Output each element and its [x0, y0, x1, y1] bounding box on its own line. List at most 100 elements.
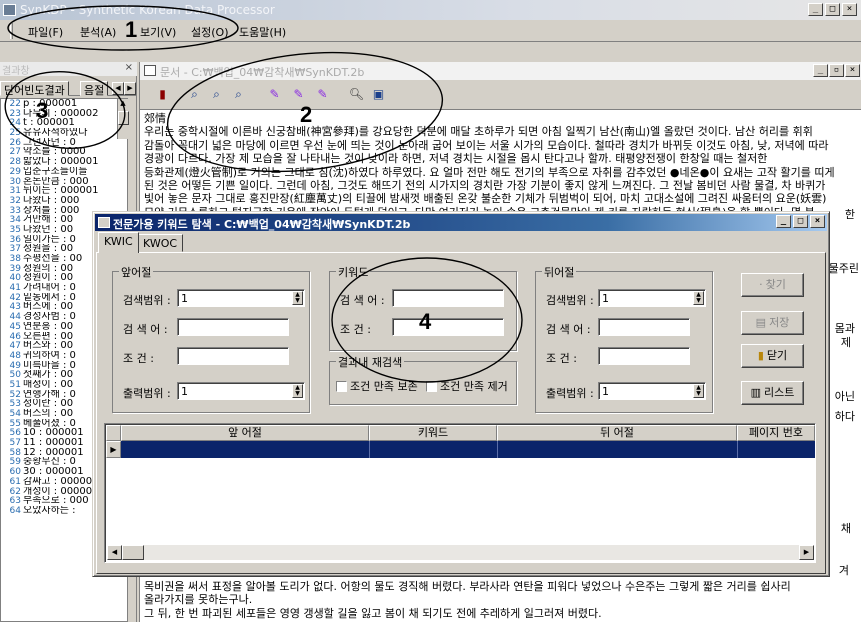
doc-restore-button[interactable]: ▫	[829, 64, 844, 77]
col-preceding[interactable]: 앞 어절	[121, 425, 369, 441]
following-output-range-input[interactable]: 1 ▲ ▼	[598, 382, 706, 400]
scroll-left-icon[interactable]: ◀	[107, 545, 122, 560]
doc-line: 된 것은 어떻든 기쁜 일이다. 그런데 아침, 그것도 해뜨기 전의 시가지의…	[144, 179, 826, 193]
list-item[interactable]: 31 뒤이는 : 000001	[1, 186, 127, 196]
list-item[interactable]: 23 나무의 : 000002	[1, 109, 127, 119]
dialog-maximize-button[interactable]: □	[793, 215, 808, 228]
line-number: 33	[9, 205, 21, 216]
list-item-text: 10 : 000001	[23, 428, 84, 439]
save-button[interactable]: ▤ 저장	[741, 311, 804, 335]
find-prev-icon[interactable]: ⌕	[230, 86, 247, 103]
kwic-results-grid[interactable]: 앞 어절 키워드 뒤 어절 페이지 번호 ▶ ◀ ▶	[104, 423, 816, 563]
scroll-thumb[interactable]	[122, 545, 144, 560]
following-condition-input[interactable]	[598, 347, 690, 365]
close-dialog-button[interactable]: ▮ 닫기	[741, 344, 804, 368]
condition-label: 조 건 :	[340, 323, 371, 336]
mark-icon[interactable]: ✎	[266, 86, 283, 103]
list-item[interactable]: 29 입춘구조들이들	[1, 167, 127, 177]
following-word-input[interactable]	[598, 318, 690, 336]
keyword-condition-input[interactable]	[392, 318, 504, 336]
maximize-button[interactable]: □	[825, 3, 840, 16]
list-item-text: 12 : 000001	[23, 447, 84, 458]
list-item-text: 부족으로 : 000	[23, 496, 89, 506]
menu-settings[interactable]: 설정(O)	[191, 24, 228, 40]
preceding-condition-input[interactable]	[177, 347, 289, 365]
doc-fragment: 한	[844, 208, 855, 221]
find-button[interactable]: · 찾기	[741, 273, 804, 297]
list-item-text: 연행가해 : 0	[23, 389, 76, 400]
tab-syllable[interactable]: 음절	[80, 81, 109, 97]
menu-help[interactable]: 도움말(H)	[239, 24, 286, 40]
tab-scroll-left-icon[interactable]: ◀	[112, 82, 124, 95]
find-next-icon[interactable]: ⌕	[208, 86, 225, 103]
zoom-icon[interactable]: 🔍︎	[348, 86, 365, 103]
list-item[interactable]: 26 그던자던 : 0	[1, 138, 127, 148]
spin-icon[interactable]: ▲ ▼	[693, 384, 704, 398]
menu-view[interactable]: 보기(V)	[140, 24, 176, 40]
list-item[interactable]: 30 혼돈만큼 : 000	[1, 177, 127, 187]
line-number: 55	[9, 418, 21, 429]
line-number: 58	[9, 447, 21, 458]
export-icon[interactable]: ▣	[370, 86, 387, 103]
preceding-range-input[interactable]: 1 ▲ ▼	[177, 289, 305, 307]
tab-word-frequency[interactable]: 단어빈도결과	[0, 81, 69, 97]
grid-horizontal-scrollbar[interactable]: ◀ ▶	[107, 545, 814, 560]
tab-kwoc[interactable]: KWOC	[137, 234, 184, 252]
list-item[interactable]: 27 약소를 : 0000	[1, 147, 127, 157]
dialog-minimize-button[interactable]: _	[776, 215, 791, 228]
list-item-text: 수평선을 : 00	[23, 254, 83, 264]
list-item[interactable]: 22 p : 000001	[1, 99, 127, 109]
close-button[interactable]: ×	[842, 3, 857, 16]
preceding-word-input[interactable]	[177, 318, 289, 336]
col-following[interactable]: 뒤 어절	[497, 425, 737, 441]
remove-matching-checkbox[interactable]: 조건 만족 제거	[426, 378, 508, 394]
following-range-input[interactable]: 1 ▲ ▼	[598, 289, 706, 307]
list-item[interactable]: 32 나왔다 : 000	[1, 196, 127, 206]
list-item-text: 약소를 : 0000	[23, 147, 86, 158]
tab-kwic[interactable]: KWIC	[98, 232, 139, 253]
book-icon[interactable]: ▮	[154, 86, 171, 103]
keyword-word-input[interactable]	[392, 289, 504, 307]
table-row[interactable]: ▶	[106, 441, 815, 458]
mark-prev-icon[interactable]: ✎	[314, 86, 331, 103]
mark-next-icon[interactable]: ✎	[290, 86, 307, 103]
spin-icon[interactable]: ▲ ▼	[693, 291, 704, 305]
line-number: 51	[9, 379, 21, 390]
line-number: 41	[9, 283, 21, 293]
tab-scroll-right-icon[interactable]: ▶	[124, 82, 136, 95]
doc-close-button[interactable]: ×	[845, 64, 860, 77]
doc-minimize-button[interactable]: _	[813, 64, 828, 77]
scroll-up-icon[interactable]: ▲	[118, 99, 128, 107]
col-keyword[interactable]: 키워드	[369, 425, 497, 441]
line-number: 31	[9, 186, 21, 196]
list-item[interactable]: 28 밟았다 : 000001	[1, 157, 127, 167]
list-item-text: 그던자던 : 0	[23, 137, 76, 148]
line-number: 35	[9, 224, 21, 235]
results-scrollbar[interactable]: ▲	[117, 99, 129, 139]
save-icon: ▤	[755, 316, 767, 329]
scroll-right-icon[interactable]: ▶	[799, 545, 814, 560]
list-button[interactable]: ▥ 리스트	[741, 381, 804, 405]
list-item[interactable]: 24 t : 000001	[1, 118, 127, 128]
keep-matching-checkbox[interactable]: 조건 만족 보존	[336, 378, 418, 394]
col-page-number[interactable]: 페이지 번호	[737, 425, 815, 441]
results-panel-close-icon[interactable]: ×	[125, 62, 133, 73]
dialog-close-button[interactable]: ×	[810, 215, 825, 228]
minimize-button[interactable]: _	[808, 3, 823, 16]
list-item[interactable]: 25 유유자적하였다	[1, 128, 127, 138]
line-number: 59	[9, 457, 21, 468]
preceding-output-range-input[interactable]: 1 ▲ ▼	[177, 382, 305, 400]
scroll-thumb[interactable]	[118, 111, 129, 125]
spin-icon[interactable]: ▲ ▼	[292, 291, 303, 305]
line-number: 38	[9, 254, 21, 264]
spin-icon[interactable]: ▲ ▼	[292, 384, 303, 398]
line-number: 34	[9, 215, 21, 225]
document-toolbar: ▮ ⌕ ⌕ ⌕ ✎ ✎ ✎ 🔍︎ ▣	[140, 80, 861, 110]
document-text-bottom[interactable]: 목비권을 써서 표정을 알아볼 도리가 없다. 어항의 물도 경직해 버렸다. …	[144, 580, 856, 620]
line-number: 36	[9, 234, 21, 245]
find-icon[interactable]: ⌕	[186, 86, 203, 103]
line-number: 49	[9, 360, 21, 371]
line-number: 26	[9, 137, 21, 148]
menu-analysis[interactable]: 분석(A)	[80, 24, 116, 40]
menu-file[interactable]: 파일(F)	[28, 24, 63, 40]
